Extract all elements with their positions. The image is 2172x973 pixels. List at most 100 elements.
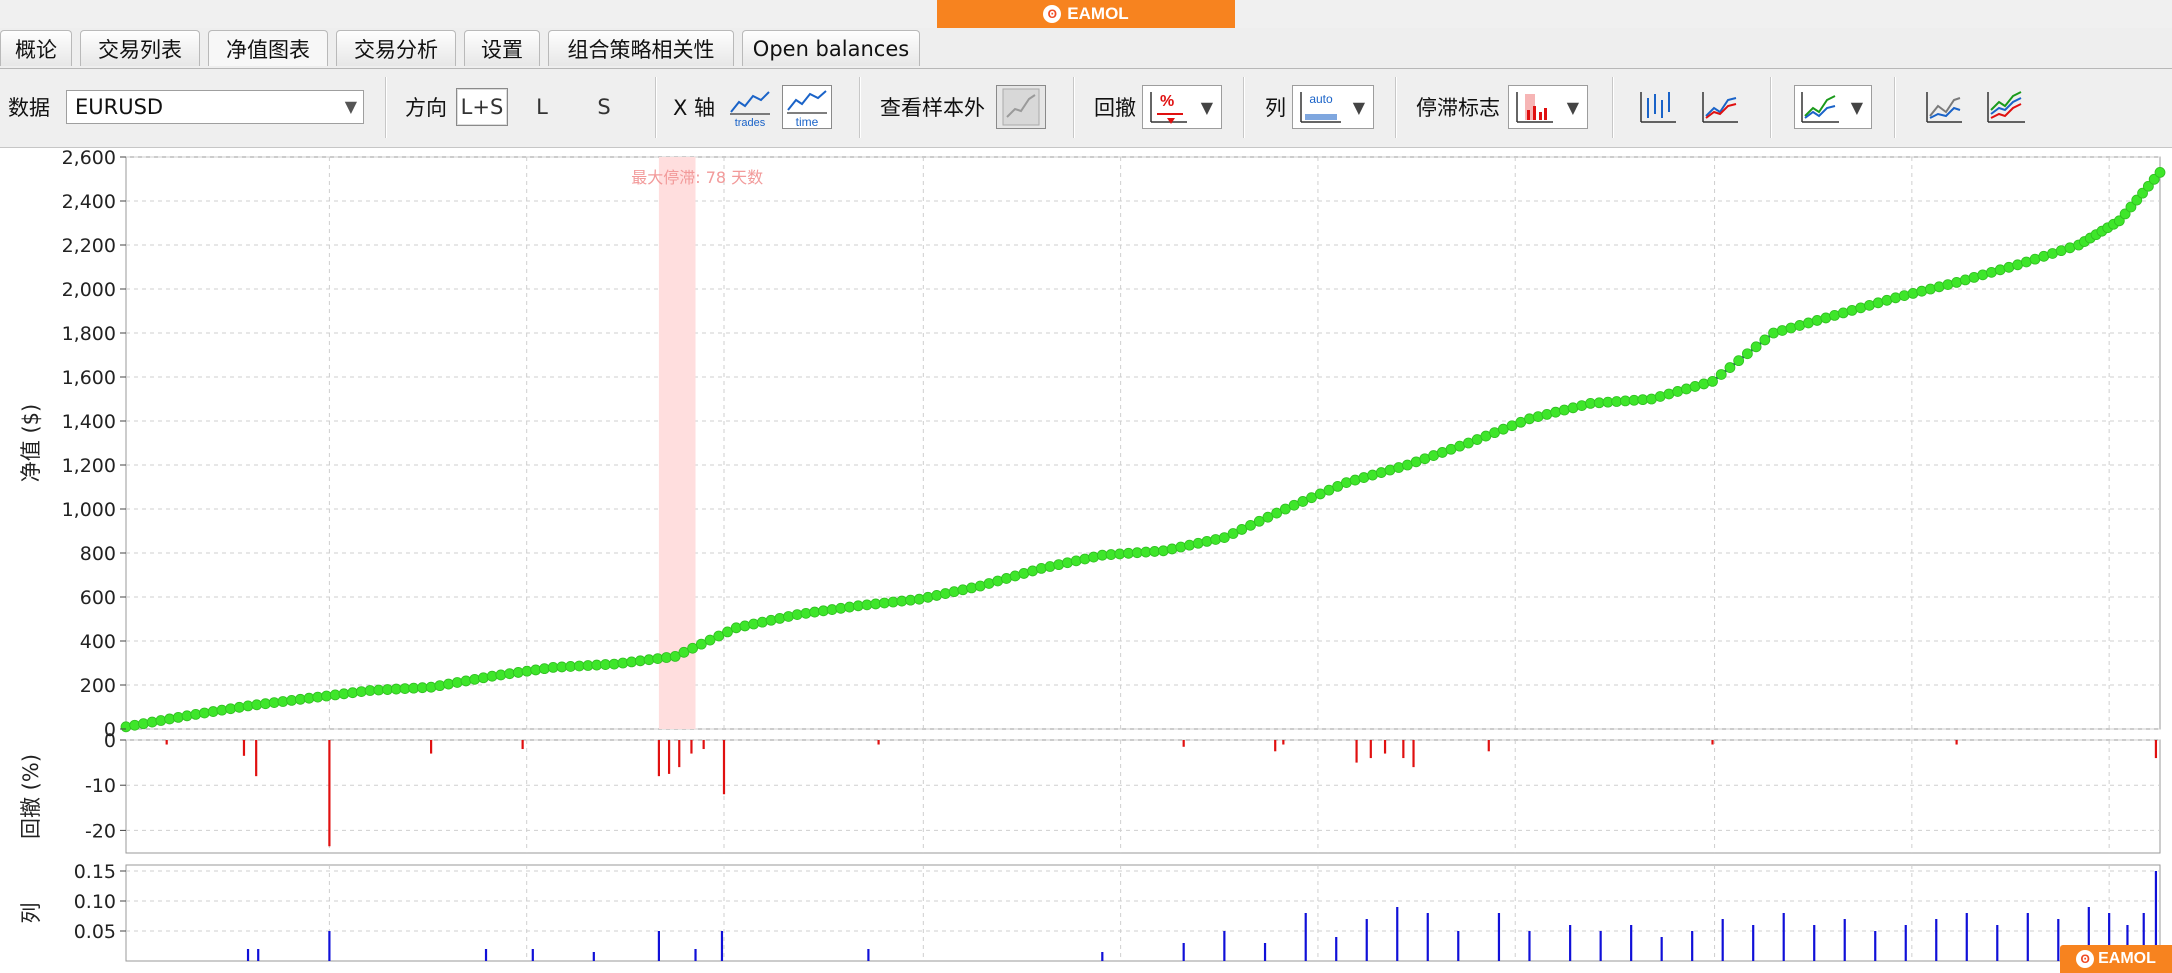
- trade-point: [966, 582, 977, 594]
- column-auto-icon: auto: [1300, 92, 1341, 123]
- equity-line-button[interactable]: [1698, 85, 1742, 129]
- trade-point: [138, 718, 149, 730]
- trades-axis-icon: trades: [730, 91, 770, 128]
- equity-y-tick-label: 2,000: [62, 279, 116, 301]
- tab-label: 设置: [481, 37, 523, 62]
- bottom-brand-logo: ʘ EAMOL: [2060, 945, 2172, 973]
- toolbar-divider: [1770, 77, 1771, 138]
- trade-point: [1044, 561, 1056, 572]
- trade-point: [469, 673, 481, 685]
- trade-point: [120, 721, 132, 733]
- equity-y-tick-label: 800: [80, 543, 116, 565]
- chevron-down-icon: ▼: [344, 97, 357, 116]
- line-chart-icon: [1702, 92, 1738, 123]
- trade-point: [748, 618, 760, 630]
- trade-point: [129, 719, 141, 731]
- trade-point: [1750, 341, 1762, 353]
- drawdown-plot-frame: [125, 739, 2161, 854]
- eamol-logo-icon: ʘ: [1043, 5, 1062, 23]
- direction-label: 方向: [405, 96, 447, 120]
- max-stagnation-label: 最大停滞: 78 天数: [631, 168, 763, 187]
- chevron-down-icon: ▼: [1850, 97, 1863, 117]
- toolbar-divider: [1395, 77, 1396, 138]
- direction-short-toggle[interactable]: S: [584, 88, 624, 126]
- trade-point: [1210, 534, 1222, 545]
- column-dropdown[interactable]: auto ▼: [1292, 85, 1374, 129]
- equity-plot-frame: [125, 156, 2161, 730]
- equity-y-tick-label: 1,600: [62, 367, 116, 389]
- drawdown-percent-icon: %: [1150, 92, 1187, 124]
- trade-point: [1062, 557, 1073, 569]
- trade-point: [1166, 543, 1178, 555]
- equity-style-dropdown[interactable]: ▼: [1794, 85, 1872, 129]
- out-of-sample-button[interactable]: [996, 85, 1046, 129]
- trade-point: [756, 616, 768, 628]
- equity-y-tick-label: 1,200: [62, 455, 116, 477]
- drawdown-y-tick-label: -20: [85, 820, 116, 842]
- toolbar-divider: [385, 77, 386, 138]
- scatter-line-button[interactable]: [1922, 85, 1966, 129]
- x-axis-trades-button[interactable]: trades: [726, 85, 774, 129]
- tab-equity-chart[interactable]: 净值图表: [208, 30, 328, 66]
- time-axis-icon: time: [787, 90, 827, 128]
- trade-point: [478, 672, 489, 684]
- drawdown-label: 回撤: [1094, 96, 1136, 120]
- trade-point: [225, 703, 237, 715]
- data-symbol-select[interactable]: EURUSD ▼: [66, 90, 364, 124]
- trade-point: [1201, 535, 1213, 547]
- x-axis-time-button[interactable]: time: [782, 85, 832, 129]
- bottom-brand-name: EAMOL: [2098, 950, 2156, 967]
- drawdown-y-axis-title: 回撤 (%): [19, 754, 43, 839]
- drawdown-dropdown[interactable]: % ▼: [1142, 85, 1222, 129]
- tab-overview[interactable]: 概论: [0, 30, 72, 66]
- trade-point: [425, 681, 437, 693]
- trade-point: [1053, 559, 1065, 571]
- equity-y-tick-label: 2,200: [62, 235, 116, 257]
- tab-trade-list[interactable]: 交易列表: [80, 30, 200, 66]
- trade-point: [783, 611, 794, 622]
- out-of-sample-label: 查看样本外: [880, 96, 985, 120]
- trade-point: [2154, 166, 2166, 178]
- chevron-down-icon: ▼: [1200, 97, 1213, 117]
- trade-point: [207, 706, 219, 717]
- ohlc-chart-button[interactable]: [1636, 85, 1680, 129]
- trade-point: [190, 708, 202, 720]
- equity-y-tick-label: 2,600: [62, 148, 116, 169]
- tab-label: 交易列表: [98, 37, 182, 62]
- tab-label: 净值图表: [226, 37, 310, 62]
- columns-plot-frame: [125, 864, 2161, 962]
- trade-point: [451, 677, 463, 688]
- direction-long-toggle[interactable]: L: [522, 88, 562, 126]
- multi-series-button[interactable]: [1984, 85, 2028, 129]
- green-line-chart-icon: [1801, 92, 1839, 123]
- direction-option-label: L+S: [460, 95, 504, 119]
- trade-point: [146, 716, 158, 728]
- trade-point: [913, 593, 925, 605]
- direction-option-label: S: [597, 95, 611, 119]
- trade-point: [1079, 553, 1091, 565]
- direction-option-label: L: [536, 95, 548, 119]
- trade-point: [1715, 369, 1727, 380]
- tab-open-balances[interactable]: Open balances: [742, 30, 920, 66]
- tab-label: 交易分析: [354, 37, 438, 62]
- equity-y-tick-label: 400: [80, 631, 116, 653]
- tab-settings[interactable]: 设置: [464, 30, 540, 66]
- drawdown-y-tick-label: -10: [85, 775, 116, 797]
- tab-trade-analysis[interactable]: 交易分析: [336, 30, 456, 66]
- multi-line-chart-icon: [1987, 91, 2025, 123]
- tab-portfolio-correlation[interactable]: 组合策略相关性: [548, 30, 734, 66]
- stagnation-dropdown[interactable]: ▼: [1508, 85, 1588, 129]
- direction-long-short-toggle[interactable]: L+S: [456, 88, 508, 126]
- trade-point: [957, 584, 969, 596]
- trade-point: [1733, 355, 1745, 367]
- trades-axis-text: trades: [735, 117, 766, 128]
- chevron-down-icon: ▼: [1352, 97, 1365, 117]
- trade-point: [1724, 362, 1736, 373]
- trade-point: [164, 713, 175, 725]
- equity-y-tick-label: 1,400: [62, 411, 116, 433]
- trade-point: [774, 612, 786, 624]
- tab-label: 概论: [15, 37, 57, 62]
- equity-y-tick-label: 600: [80, 587, 116, 609]
- out-of-sample-icon: [1002, 88, 1040, 126]
- trade-point: [1184, 539, 1195, 551]
